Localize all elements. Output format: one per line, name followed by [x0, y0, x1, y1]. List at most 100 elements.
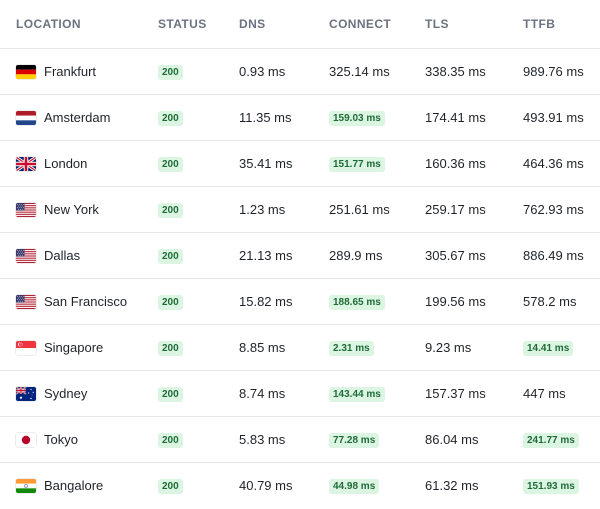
- connect-cell: 188.65 ms: [329, 278, 425, 325]
- dns-cell: 40.79 ms: [239, 478, 293, 493]
- table-row: Frankfurt 200 0.93 ms 325.14 ms 338.35 ms 989…: [0, 48, 600, 95]
- location-name: San Francisco: [44, 294, 128, 309]
- status-badge: 200: [158, 341, 183, 356]
- nl-flag-icon: [16, 110, 36, 125]
- in-flag-icon: [16, 478, 36, 493]
- ttfb-cell: 886.49 ms: [523, 232, 600, 279]
- column-header-connect[interactable]: CONNECT: [329, 0, 425, 49]
- connect-fast-badge: 151.77 ms: [329, 157, 385, 172]
- connect-fast-badge: 143.44 ms: [329, 387, 385, 402]
- location-cell: Singapore: [0, 324, 158, 371]
- location-cell: Sydney: [0, 370, 158, 417]
- ttfb-cell: 578.2 ms: [523, 278, 600, 325]
- connect-cell: 2.31 ms: [329, 324, 425, 371]
- ttfb-fast-badge: 241.77 ms: [523, 433, 579, 448]
- status-badge: 200: [158, 479, 183, 494]
- location-name: Tokyo: [44, 432, 78, 447]
- location-cell: New York: [0, 186, 158, 233]
- connect-cell: 325.14 ms: [329, 48, 425, 95]
- de-flag-icon: [16, 64, 36, 79]
- ttfb-cell: 14.41 ms: [523, 324, 600, 371]
- connect-cell: 289.9 ms: [329, 232, 425, 279]
- table-row: Bangalore 200 40.79 ms 44.98 ms 61.32 ms 151.…: [0, 463, 600, 509]
- ttfb-fast-badge: 14.41 ms: [523, 341, 574, 356]
- tls-cell: 160.36 ms: [425, 140, 523, 187]
- us-flag-icon: [16, 248, 36, 263]
- jp-flag-icon: [16, 432, 36, 447]
- connect-cell: 159.03 ms: [329, 94, 425, 141]
- status-cell: 200: [158, 324, 239, 371]
- au-flag-icon: [16, 386, 36, 401]
- location-name: Dallas: [44, 248, 81, 263]
- location-cell: London: [0, 140, 158, 187]
- ttfb-cell: 151.93 ms: [523, 463, 600, 509]
- connect-fast-badge: 159.03 ms: [329, 111, 385, 126]
- status-cell: 200: [158, 278, 239, 325]
- us-flag-icon: [16, 202, 36, 217]
- status-cell: 200: [158, 232, 239, 279]
- table-header-row: LOCATION STATUS DNS CONNECT TLS TTFB: [0, 0, 600, 49]
- tls-cell: 259.17 ms: [425, 186, 523, 233]
- status-badge: 200: [158, 111, 183, 126]
- column-header-status[interactable]: STATUS: [158, 0, 239, 49]
- dns-cell: 8.74 ms: [239, 370, 329, 417]
- table-row: Dallas 200 21.13 ms 289.9 ms 305.67 ms 886.49…: [0, 232, 600, 279]
- status-cell: 200: [158, 140, 239, 187]
- status-cell: 200: [158, 463, 239, 509]
- ttfb-cell: 493.91 ms: [523, 94, 600, 141]
- status-cell: 200: [158, 416, 239, 463]
- table-row: San Francisco 200 15.82 ms 188.65 ms 199.56 …: [0, 278, 600, 325]
- ttfb-cell: 241.77 ms: [523, 416, 600, 463]
- status-badge: 200: [158, 203, 183, 218]
- location-name: Sydney: [44, 386, 88, 401]
- column-header-ttfb[interactable]: TTFB: [523, 0, 600, 49]
- dns-cell: 21.13 ms: [239, 232, 329, 279]
- us-flag-icon: [16, 294, 36, 309]
- table-row: Amsterdam 200 11.35 ms 159.03 ms 174.41 ms 49…: [0, 94, 600, 141]
- ttfb-cell: 989.76 ms: [523, 48, 600, 95]
- connect-fast-badge: 77.28 ms: [329, 433, 380, 448]
- ttfb-cell: 762.93 ms: [523, 186, 600, 233]
- status-cell: 200: [158, 186, 239, 233]
- column-header-location[interactable]: LOCATION: [0, 0, 158, 49]
- location-name: Bangalore: [44, 478, 104, 493]
- status-cell: 200: [158, 370, 239, 417]
- dns-cell: 11.35 ms: [239, 94, 329, 141]
- dns-cell: 8.85 ms: [239, 324, 329, 371]
- tls-cell: 157.37 ms: [425, 370, 523, 417]
- connect-cell: 151.77 ms: [329, 140, 425, 187]
- location-cell: Tokyo: [0, 416, 158, 463]
- status-badge: 200: [158, 249, 183, 264]
- tls-cell: 338.35 ms: [425, 48, 523, 95]
- dns-cell: 15.82 ms: [239, 278, 329, 325]
- status-cell: 200: [158, 94, 239, 141]
- connect-fast-badge: 188.65 ms: [329, 295, 385, 310]
- status-badge: 200: [158, 65, 183, 80]
- status-badge: 200: [158, 157, 183, 172]
- connect-fast-badge: 2.31 ms: [329, 341, 374, 356]
- table-row: Singapore 200 8.85 ms 2.31 ms 9.23 ms 14.41 m…: [0, 324, 600, 371]
- tls-cell: 305.67 ms: [425, 232, 523, 279]
- location-cell: Frankfurt: [0, 48, 158, 95]
- results-table: LOCATION STATUS DNS CONNECT TLS TTFB Fra…: [0, 0, 600, 508]
- column-header-dns[interactable]: DNS: [239, 0, 329, 49]
- ttfb-cell: 464.36 ms: [523, 140, 600, 187]
- location-name: Amsterdam: [44, 110, 111, 125]
- location-cell: Amsterdam: [0, 94, 158, 141]
- table-row: Tokyo 200 5.83 ms 77.28 ms 86.04 ms 241.77 ms: [0, 416, 600, 463]
- tls-cell: 174.41 ms: [425, 94, 523, 141]
- column-header-tls[interactable]: TLS: [425, 0, 523, 49]
- table-row: New York 200 1.23 ms 251.61 ms 259.17 ms 762.…: [0, 186, 600, 233]
- dns-cell: 35.41 ms: [239, 140, 329, 187]
- tls-cell: 9.23 ms: [425, 324, 523, 371]
- table-row: Sydney 200 8.74 ms 143.44 ms 157.37 ms 447 ms: [0, 370, 600, 417]
- connect-cell: 143.44 ms: [329, 370, 425, 417]
- ttfb-fast-badge: 151.93 ms: [523, 479, 579, 494]
- gb-flag-icon: [16, 156, 36, 171]
- sg-flag-icon: [16, 340, 36, 355]
- location-cell: San Francisco: [0, 278, 158, 325]
- tls-cell: 199.56 ms: [425, 278, 523, 325]
- tls-cell: 61.32 ms: [425, 478, 479, 493]
- connect-cell: 77.28 ms: [329, 416, 425, 463]
- connect-fast-badge: 44.98 ms: [329, 479, 380, 494]
